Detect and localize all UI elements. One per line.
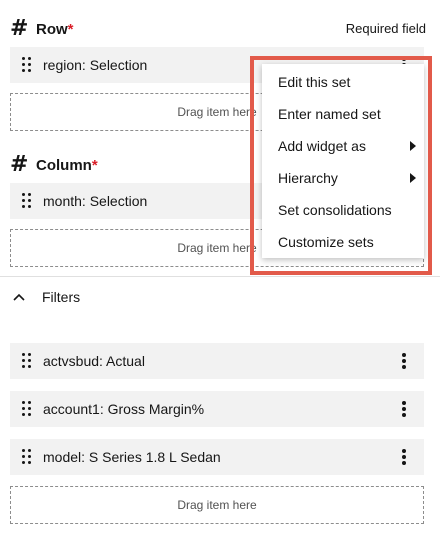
filters-title: Filters — [42, 289, 81, 305]
filters-header[interactable]: Filters — [12, 289, 80, 305]
row-section-header: # Row * — [10, 18, 74, 40]
drag-handle-icon[interactable] — [22, 449, 32, 465]
hash-icon: # — [10, 152, 29, 177]
column-section-header: # Column * — [10, 154, 98, 176]
filter-item[interactable]: actvsbud: Actual — [10, 343, 424, 379]
dropzone-label: Drag item here — [177, 105, 257, 119]
filter-item[interactable]: model: S Series 1.8 L Sedan — [10, 439, 424, 475]
overflow-menu-icon[interactable] — [402, 353, 406, 369]
filters-dropzone[interactable]: Drag item here — [10, 486, 424, 524]
overflow-menu-icon[interactable] — [402, 449, 406, 465]
filter-item-label: actvsbud: Actual — [43, 353, 145, 369]
required-mark: * — [67, 20, 74, 38]
row-title: Row — [36, 20, 68, 38]
row-item-label: region: Selection — [43, 57, 148, 73]
section-divider — [0, 276, 440, 277]
hash-icon: # — [10, 16, 29, 41]
filter-item-label: account1: Gross Margin% — [43, 401, 205, 417]
drag-handle-icon[interactable] — [22, 353, 32, 369]
filter-item[interactable]: account1: Gross Margin% — [10, 391, 424, 427]
overflow-menu-icon[interactable] — [402, 401, 406, 417]
column-item-label: month: Selection — [43, 193, 148, 209]
dropzone-label: Drag item here — [177, 241, 257, 255]
required-field-note: Required field — [345, 21, 426, 36]
drag-handle-icon[interactable] — [22, 57, 32, 73]
filter-item-label: model: S Series 1.8 L Sedan — [43, 449, 221, 465]
chevron-up-icon[interactable] — [12, 290, 26, 304]
drag-handle-icon[interactable] — [22, 401, 32, 417]
column-title: Column — [36, 156, 92, 174]
highlight-box — [250, 56, 432, 275]
drag-handle-icon[interactable] — [22, 193, 32, 209]
required-mark: * — [91, 156, 98, 174]
dropzone-label: Drag item here — [177, 498, 257, 512]
